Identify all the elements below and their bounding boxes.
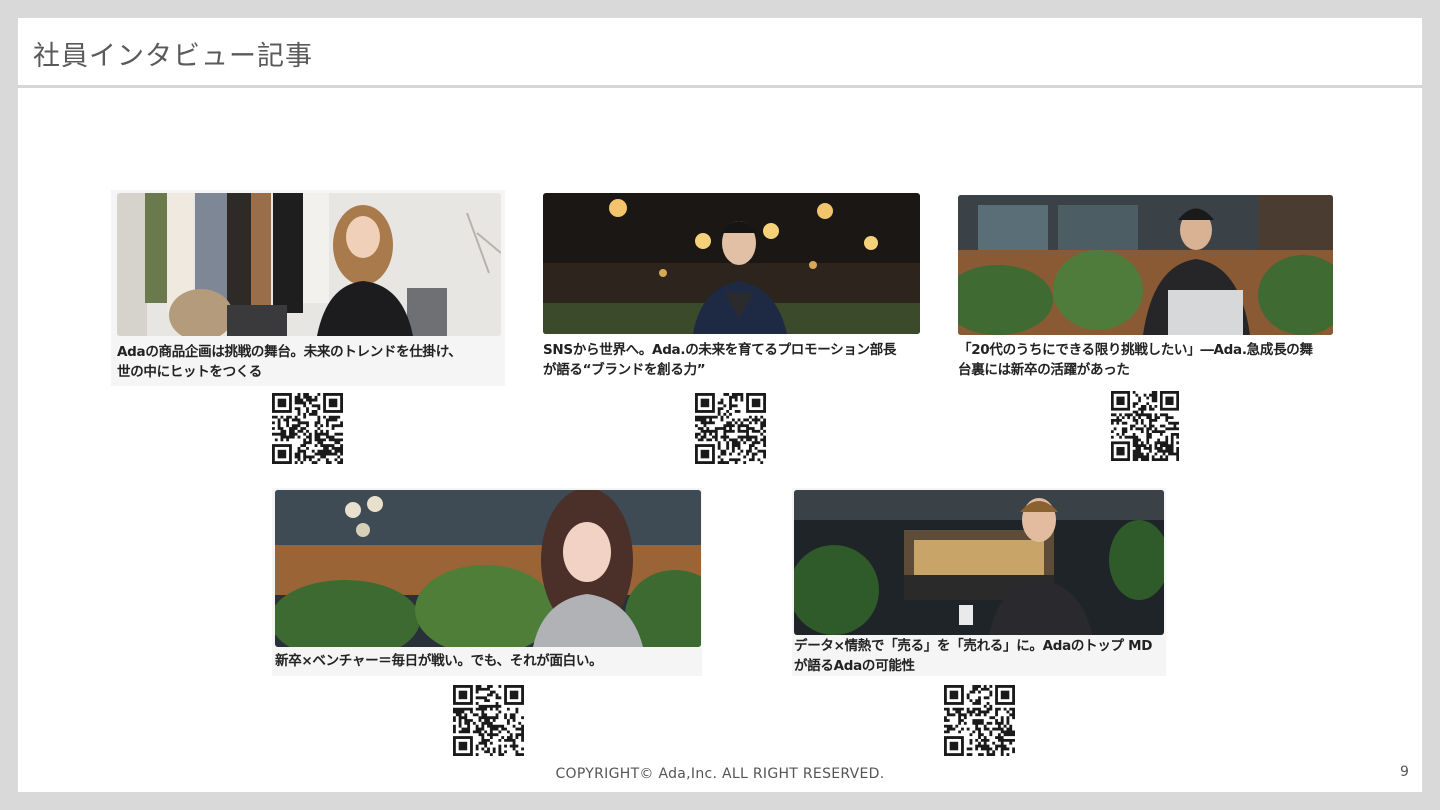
article-card[interactable]: SNSから世界へ。Ada.の未来を育てるプロモーション部長 が語る“ブランドを創…	[538, 190, 924, 386]
copyright-footer: COPYRIGHT© Ada,Inc. ALL RIGHT RESERVED.	[555, 766, 885, 782]
page-title: 社員インタビュー記事	[33, 41, 313, 72]
qr-code	[695, 393, 766, 464]
article-card[interactable]: データ×情熱で「売る」を「売れる」に。Adaのトップ MD が語るAdaの可能性	[792, 488, 1166, 676]
article-photo[interactable]	[275, 490, 701, 647]
article-title[interactable]: 「20代のうちにできる限り挑戦したい」―Ada.急成長の舞 台裏には新卒の活躍が…	[958, 340, 1344, 380]
article-title[interactable]: SNSから世界へ。Ada.の未来を育てるプロモーション部長 が語る“ブランドを創…	[543, 340, 929, 380]
slide: 社員インタビュー記事 Adaの商品企画は挑戦の舞台。未来のトレンドを仕掛け、 世…	[18, 18, 1422, 792]
article-photo[interactable]	[117, 193, 501, 336]
article-card[interactable]: 新卒×ベンチャー＝毎日が戦い。でも、それが面白い。	[272, 488, 702, 676]
page-number: 9	[1400, 764, 1409, 780]
article-card[interactable]: Adaの商品企画は挑戦の舞台。未来のトレンドを仕掛け、 世の中にヒットをつくる	[111, 190, 505, 386]
article-photo[interactable]	[958, 195, 1333, 335]
qr-code	[453, 685, 524, 756]
article-title[interactable]: Adaの商品企画は挑戦の舞台。未来のトレンドを仕掛け、 世の中にヒットをつくる	[117, 342, 503, 382]
article-photo[interactable]	[543, 193, 920, 334]
article-title[interactable]: データ×情熱で「売る」を「売れる」に。Adaのトップ MD が語るAdaの可能性	[794, 636, 1166, 676]
article-title[interactable]: 新卒×ベンチャー＝毎日が戦い。でも、それが面白い。	[275, 651, 701, 671]
qr-code	[944, 685, 1015, 756]
qr-code	[272, 393, 343, 464]
slide-header: 社員インタビュー記事	[18, 18, 1422, 88]
article-card[interactable]: 「20代のうちにできる限り挑戦したい」―Ada.急成長の舞 台裏には新卒の活躍が…	[954, 190, 1340, 386]
article-photo[interactable]	[794, 490, 1164, 635]
qr-code	[1111, 391, 1179, 461]
